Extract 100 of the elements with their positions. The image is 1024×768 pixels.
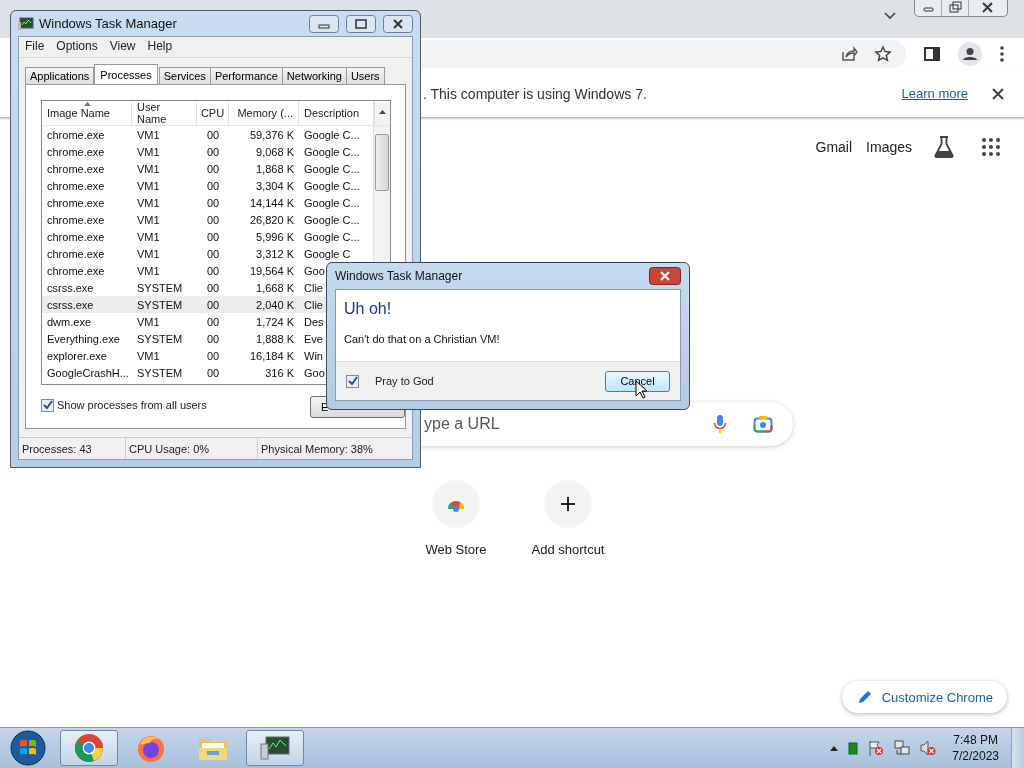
table-cell-text: 19,564 K — [248, 263, 295, 279]
tab[interactable]: Performance — [209, 67, 283, 84]
process-row[interactable]: chrome.exe VM1 00 3,304 K Google C... — [42, 177, 374, 194]
store-icon[interactable] — [432, 480, 480, 528]
tab[interactable]: Applications — [25, 67, 95, 84]
taskbar-app[interactable] — [60, 730, 118, 766]
tab[interactable]: Services — [158, 67, 211, 84]
scroll-up-icon[interactable] — [378, 110, 386, 114]
apps-grid-icon[interactable] — [982, 138, 1000, 156]
minimize-icon[interactable] — [309, 14, 339, 33]
close-icon[interactable] — [649, 267, 681, 285]
shortcut-label[interactable]: Web Store — [425, 542, 487, 557]
header-link[interactable]: Images — [866, 139, 912, 155]
table-cell-text: Goo — [303, 365, 326, 381]
maximize-icon[interactable] — [346, 14, 376, 33]
table-cell-text: VM1 — [136, 212, 161, 228]
process-row[interactable]: chrome.exe VM1 00 59,376 K Google C... — [42, 126, 374, 143]
sort-arrow-icon — [84, 102, 91, 106]
table-cell-text: 316 K — [264, 365, 295, 381]
checkbox[interactable] — [41, 398, 54, 412]
menu-item[interactable]: View — [109, 39, 136, 55]
side-panel-icon[interactable] — [924, 46, 940, 62]
table-cell-text: VM1 — [136, 178, 161, 194]
table-cell-text: chrome.exe — [46, 229, 106, 245]
process-row[interactable]: chrome.exe VM1 00 1,868 K Google C... — [42, 160, 374, 177]
cancel-button[interactable]: Cancel — [605, 370, 670, 392]
checkbox[interactable] — [346, 374, 359, 388]
table-cell-text: Eve — [303, 331, 324, 347]
clock-time[interactable]: 7:48 PM — [953, 733, 998, 747]
table-cell-text: VM1 — [136, 127, 161, 143]
microphone-icon[interactable] — [713, 414, 727, 434]
table-cell-text: Win — [303, 348, 324, 364]
table-cell-text: 00 — [205, 127, 221, 143]
column-header[interactable]: User Name — [132, 101, 197, 125]
status-indicator-icon[interactable] — [848, 741, 859, 755]
learn-more-link[interactable]: Learn more — [901, 86, 968, 101]
table-cell-text: 1,888 K — [255, 331, 295, 347]
table-cell-text: GoogleCrashH... — [46, 365, 130, 381]
clock-date[interactable]: 7/2/2023 — [952, 749, 999, 763]
menu-item[interactable]: Help — [147, 39, 173, 55]
profile-icon[interactable] — [958, 42, 982, 66]
tab[interactable]: Users — [345, 67, 385, 84]
table-cell-text: Des — [303, 314, 325, 330]
speaker-muted-icon[interactable] — [920, 740, 937, 756]
table-cell-text: 00 — [205, 365, 221, 381]
table-cell-text: 00 — [205, 246, 221, 262]
table-cell-text: explorer.exe — [46, 348, 108, 364]
info-message: . This computer is using Windows 7. — [423, 85, 647, 102]
taskbar-app[interactable] — [246, 730, 304, 766]
table-cell-text: chrome.exe — [46, 178, 106, 194]
process-row[interactable]: chrome.exe VM1 00 5,996 K Google C... — [42, 228, 374, 245]
table-cell-text: 1,668 K — [255, 280, 295, 296]
network-icon[interactable] — [894, 740, 911, 756]
star-icon[interactable] — [874, 45, 892, 63]
scroll-thumb[interactable] — [375, 134, 390, 191]
shortcut-label[interactable]: Add shortcut — [531, 542, 605, 557]
close-icon[interactable] — [992, 87, 1004, 100]
table-cell-text: 16,184 K — [248, 348, 295, 364]
flag-error-icon[interactable] — [868, 740, 885, 756]
process-row[interactable]: chrome.exe VM1 00 9,068 K Google C... — [42, 143, 374, 160]
table-cell-text: 00 — [205, 348, 221, 364]
checkbox-label[interactable]: Show processes from all users — [57, 399, 207, 411]
menu-icon[interactable] — [1000, 46, 1004, 62]
checkbox-label[interactable]: Pray to God — [375, 375, 434, 387]
header-link[interactable]: Gmail — [815, 139, 853, 155]
menu-item[interactable]: Options — [56, 39, 98, 55]
table-cell-text: VM1 — [136, 195, 161, 211]
table-cell-text: 1,868 K — [255, 161, 295, 177]
table-cell-text: chrome.exe — [46, 144, 106, 160]
table-cell-text: Clie — [303, 297, 324, 313]
table-cell-text: chrome.exe — [46, 195, 106, 211]
flask-icon[interactable] — [934, 136, 954, 158]
table-cell-text: 00 — [205, 229, 221, 245]
table-cell-text: SYSTEM — [136, 280, 184, 296]
column-header[interactable]: Memory (... — [229, 101, 299, 125]
menu-item[interactable]: File — [25, 39, 45, 55]
table-cell-text: chrome.exe — [46, 127, 106, 143]
table-cell-text: VM1 — [136, 229, 161, 245]
table-cell-text: 00 — [205, 144, 221, 160]
table-cell-text: 00 — [205, 280, 221, 296]
share-icon[interactable] — [840, 45, 858, 63]
process-row[interactable]: chrome.exe VM1 00 14,144 K Google C... — [42, 194, 374, 211]
process-row[interactable]: chrome.exe VM1 00 26,820 K Google C... — [42, 211, 374, 228]
tab[interactable]: Processes — [94, 64, 158, 84]
table-cell-text: Google C... — [303, 212, 361, 228]
start-orb-icon[interactable] — [10, 730, 46, 766]
process-row[interactable]: chrome.exe VM1 00 3,312 K Google C — [42, 245, 374, 262]
table-cell-text: dwm.exe — [46, 314, 93, 330]
table-cell-text: 1,724 K — [255, 314, 295, 330]
table-cell-text: 3,304 K — [255, 178, 295, 194]
customize-chrome-button[interactable]: Customize Chrome — [841, 681, 1007, 713]
column-header[interactable]: CPU — [197, 101, 229, 125]
close-icon[interactable] — [383, 14, 413, 33]
add-icon[interactable] — [544, 480, 592, 528]
tray-arrow-icon[interactable] — [830, 745, 839, 751]
table-cell-text: csrss.exe — [46, 280, 95, 296]
tab[interactable]: Networking — [281, 67, 347, 84]
camera-icon[interactable] — [753, 415, 773, 433]
monitor-icon — [259, 735, 291, 761]
chevron-down-icon[interactable] — [884, 12, 896, 20]
